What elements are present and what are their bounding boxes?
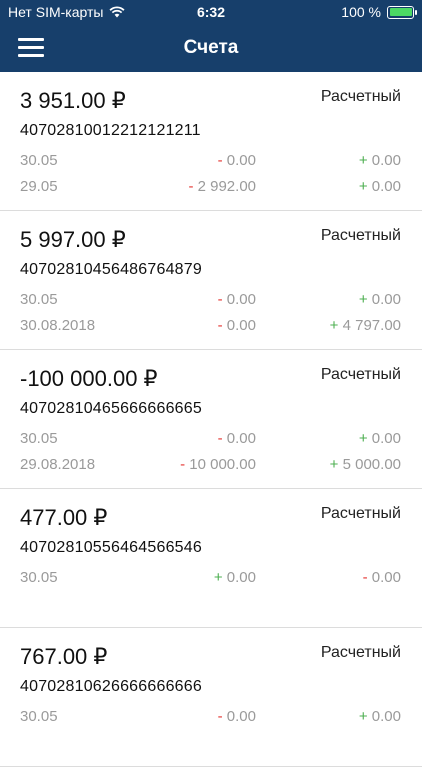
account-turnover-row: 30.05 - 0.00 + 0.00 (20, 291, 401, 311)
turnover-debit: + 0.00 (213, 569, 256, 586)
turnover-debit: - 0.00 (217, 317, 256, 334)
page-title: Счета (183, 37, 239, 58)
account-turnover-row: 30.08.2018 - 0.00 + 4 797.00 (20, 317, 401, 337)
account-card[interactable]: 5 997.00 ₽ Расчетный 4070281045648676487… (0, 211, 422, 350)
turnover-debit: - 0.00 (217, 708, 256, 725)
turnover-credit: + 0.00 (358, 708, 401, 725)
accounts-list[interactable]: 3 951.00 ₽ Расчетный 4070281001221212121… (0, 72, 422, 767)
app-header: Счета (0, 24, 422, 72)
account-balance: 5 997.00 ₽ (20, 227, 126, 252)
account-number: 40702810556464566546 (20, 539, 202, 556)
turnover-debit: - 2 992.00 (188, 178, 256, 195)
account-type: Расчетный (320, 88, 401, 105)
turnover-debit: - 10 000.00 (180, 456, 256, 473)
battery-icon (387, 5, 417, 19)
turnover-credit: + 5 000.00 (329, 456, 401, 473)
turnover-credit: - 0.00 (362, 569, 401, 586)
account-type: Расчетный (320, 505, 401, 522)
account-type: Расчетный (320, 227, 401, 244)
account-turnover-row: 29.05 - 2 992.00 + 0.00 (20, 178, 401, 198)
turnover-date: 30.05 (20, 708, 58, 725)
turnover-date: 30.05 (20, 152, 58, 169)
account-number: 40702810456486764879 (20, 261, 202, 278)
turnover-date: 30.05 (20, 291, 58, 308)
turnover-date: 30.05 (20, 430, 58, 447)
account-number: 40702810626666666666 (20, 678, 202, 695)
turnover-credit: + 0.00 (358, 178, 401, 195)
turnover-credit: + 4 797.00 (329, 317, 401, 334)
account-number: 40702810465666666665 (20, 400, 202, 417)
turnover-date: 29.05 (20, 178, 58, 195)
account-turnover-row: 30.05 - 0.00 + 0.00 (20, 430, 401, 450)
account-turnover-row: 29.08.2018 - 10 000.00 + 5 000.00 (20, 456, 401, 476)
battery-percent: 100 % (341, 4, 381, 20)
status-right: 100 % (341, 4, 417, 20)
account-type: Расчетный (320, 644, 401, 661)
status-bar: Нет SIM-карты 6:32 100 % (0, 0, 422, 24)
turnover-credit: + 0.00 (358, 152, 401, 169)
account-number: 40702810012212121211 (20, 122, 201, 139)
turnover-credit: + 0.00 (358, 291, 401, 308)
turnover-date: 30.08.2018 (20, 317, 96, 334)
account-balance: 767.00 ₽ (20, 644, 108, 669)
account-balance: -100 000.00 ₽ (20, 366, 158, 391)
account-balance: 477.00 ₽ (20, 505, 108, 530)
account-card[interactable]: -100 000.00 ₽ Расчетный 4070281046566666… (0, 350, 422, 489)
account-type: Расчетный (320, 366, 401, 383)
account-turnover-row: 30.05 + 0.00 - 0.00 (20, 569, 401, 589)
turnover-debit: - 0.00 (217, 291, 256, 308)
turnover-date: 30.05 (20, 569, 58, 586)
account-card[interactable]: 477.00 ₽ Расчетный 40702810556464566546 … (0, 489, 422, 628)
account-turnover-row: 30.05 - 0.00 + 0.00 (20, 152, 401, 172)
account-balance: 3 951.00 ₽ (20, 88, 126, 113)
account-turnover-row: 30.05 - 0.00 + 0.00 (20, 708, 401, 728)
turnover-debit: - 0.00 (217, 152, 256, 169)
turnover-credit: + 0.00 (358, 430, 401, 447)
account-card[interactable]: 767.00 ₽ Расчетный 40702810626666666666 … (0, 628, 422, 767)
account-card[interactable]: 3 951.00 ₽ Расчетный 4070281001221212121… (0, 72, 422, 211)
turnover-date: 29.08.2018 (20, 456, 96, 473)
turnover-debit: - 0.00 (217, 430, 256, 447)
